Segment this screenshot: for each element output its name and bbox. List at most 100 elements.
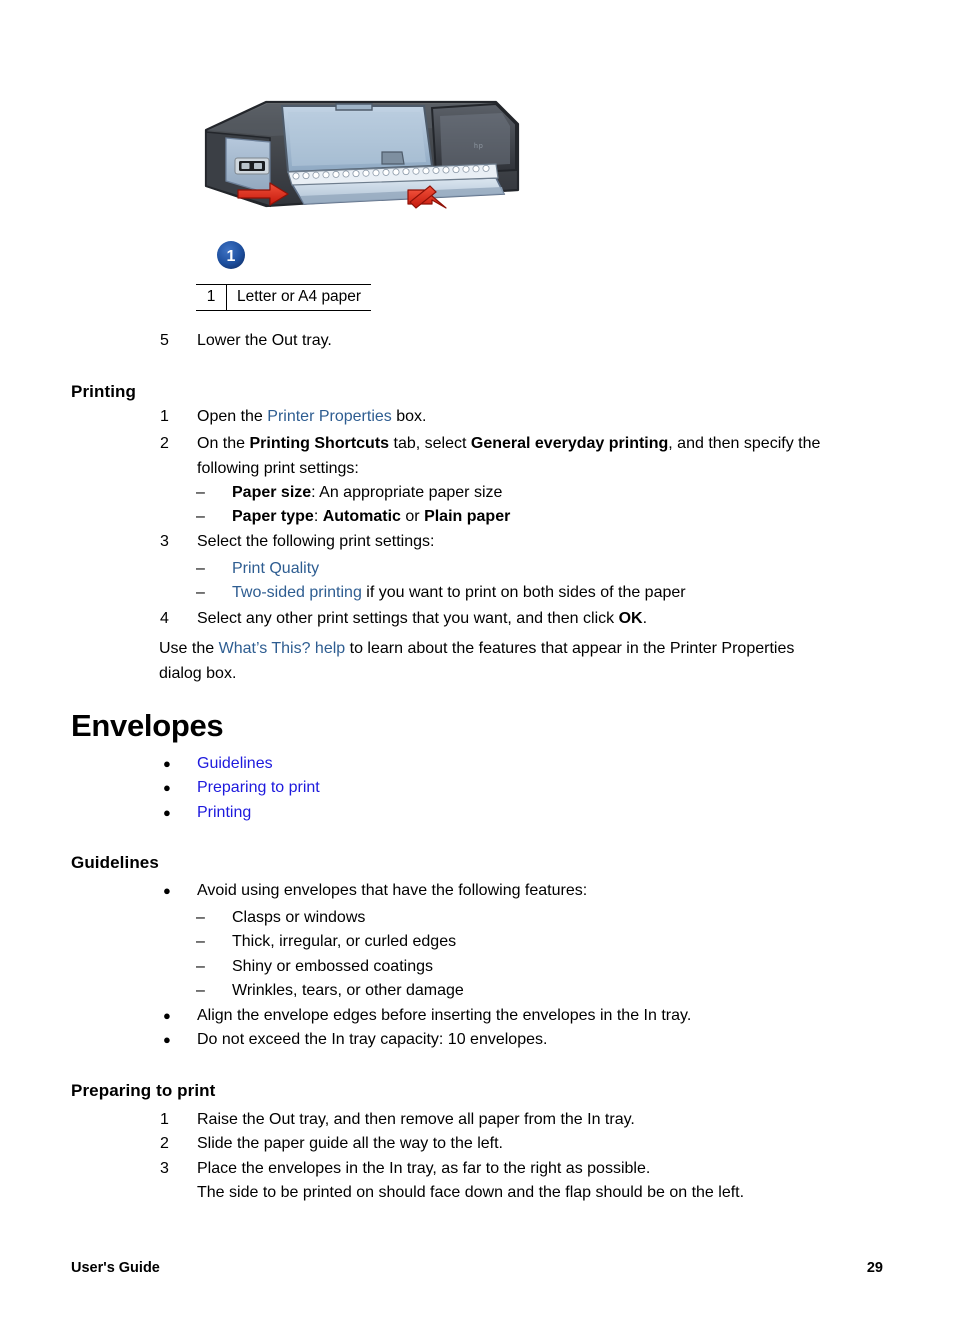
sub-item-text: Print Quality [232, 557, 319, 582]
dash-marker: – [196, 958, 205, 975]
list-item-printing-step-3: 3 Select the following print settings: [160, 530, 434, 555]
heading-preparing-to-print: Preparing to print [71, 1081, 216, 1100]
heading-guidelines: Guidelines [71, 853, 159, 872]
list-item-preparing-step-1: 1 Raise the Out tray, and then remove al… [160, 1108, 635, 1133]
document-page: hp 1 1 Letter or A4 paper 5 Lower the Ou… [0, 0, 954, 1321]
step-text-pre: Select any other print settings that you… [197, 610, 619, 627]
list-item-in-tray-capacity: ● Do not exceed the In tray capacity: 10… [160, 1028, 547, 1053]
sub-item-text: Wrinkles, tears, or other damage [232, 982, 464, 999]
step-number: 4 [160, 610, 169, 627]
link-printing[interactable]: Printing [197, 801, 251, 826]
step-text: The side to be printed on should face do… [197, 1184, 745, 1201]
dash-marker: – [196, 982, 205, 999]
sub-item-rest: : An appropriate paper size [311, 484, 503, 501]
figure-caption-table: 1 Letter or A4 paper [196, 284, 372, 311]
step-number-spacer [160, 1181, 197, 1206]
list-item-printing-step-1: 1 Open the Printer Properties box. [160, 405, 426, 430]
list-item-print-quality: – Print Quality [196, 557, 319, 582]
step-text-seg1: On the [197, 435, 250, 452]
paragraph-pre: Use the [159, 640, 219, 657]
step-number: 5 [160, 332, 169, 349]
step-text: Place the envelopes in the In tray, as f… [197, 1160, 651, 1177]
bold-printing-shortcuts: Printing Shortcuts [249, 435, 390, 452]
dash-marker: – [196, 484, 205, 501]
step-text: On the Printing Shortcuts tab, select Ge… [197, 432, 862, 481]
link-whats-this-help[interactable]: What’s This? help [219, 640, 346, 657]
step-number: 1 [160, 408, 169, 425]
dash-marker: – [196, 560, 205, 577]
step-text: Select any other print settings that you… [197, 607, 647, 632]
step-text-seg2: tab, select [389, 435, 471, 452]
callout-badge-label: 1 [227, 248, 236, 265]
sub-item-text: Paper type: Automatic or Plain paper [232, 505, 510, 530]
dash-marker: – [196, 584, 205, 601]
link-print-quality[interactable]: Print Quality [232, 560, 319, 577]
list-item-preparing-step-3-continuation: The side to be printed on should face do… [160, 1181, 744, 1206]
step-number: 3 [160, 533, 169, 550]
link-guidelines[interactable]: Guidelines [197, 752, 273, 777]
bullet-marker: ● [163, 1008, 171, 1023]
step-number: 2 [160, 1135, 169, 1152]
callout-badge-wrap: 1 [216, 240, 556, 275]
link-preparing-to-print[interactable]: Preparing to print [197, 776, 320, 801]
bold-general-everyday-printing: General everyday printing [470, 435, 669, 452]
bold-paper-size: Paper size [232, 484, 312, 501]
dash-marker: – [196, 508, 205, 525]
list-item-shiny-embossed-coatings: – Shiny or embossed coatings [196, 955, 433, 980]
list-item-avoid-envelopes: ● Avoid using envelopes that have the fo… [160, 879, 587, 904]
heading-envelopes: Envelopes [71, 708, 224, 743]
list-item-toc-printing: ● Printing [160, 801, 251, 826]
sub-item-text: Two-sided printing if you want to print … [232, 581, 686, 606]
bullet-marker: ● [163, 780, 171, 795]
step-text: Lower the Out tray. [197, 332, 332, 349]
sub-item-sep: : [313, 508, 323, 525]
dash-marker: – [196, 909, 205, 926]
list-item-wrinkles-tears-damage: – Wrinkles, tears, or other damage [196, 979, 464, 1004]
link-two-sided-printing[interactable]: Two-sided printing [232, 584, 362, 601]
list-item-clasps-or-windows: – Clasps or windows [196, 906, 365, 931]
dash-marker: – [196, 933, 205, 950]
link-printer-properties[interactable]: Printer Properties [267, 408, 392, 425]
step-number: 1 [160, 1111, 169, 1128]
figure-block: hp 1 1 Letter or A4 paper [196, 86, 556, 311]
footer-document-title: User's Guide [71, 1260, 160, 1276]
step-text-post: . [642, 610, 648, 627]
bullet-text: Avoid using envelopes that have the foll… [197, 882, 588, 899]
sub-item-text: Clasps or windows [232, 909, 366, 926]
table-row: 1 Letter or A4 paper [196, 284, 371, 311]
bullet-text: Do not exceed the In tray capacity: 10 e… [197, 1031, 548, 1048]
heading-printing: Printing [71, 382, 137, 401]
list-item-toc-guidelines: ● Guidelines [160, 752, 273, 777]
bullet-marker: ● [163, 1032, 171, 1047]
step-text-pre: Open the [197, 408, 268, 425]
list-item-paper-size: – Paper size: An appropriate paper size [196, 481, 502, 506]
list-item-align-envelope-edges: ● Align the envelope edges before insert… [160, 1004, 691, 1029]
bold-automatic: Automatic [322, 508, 401, 525]
list-item-two-sided-printing: – Two-sided printing if you want to prin… [196, 581, 686, 606]
bullet-marker: ● [163, 805, 171, 820]
list-item-paper-type: – Paper type: Automatic or Plain paper [196, 505, 510, 530]
bold-ok: OK [618, 610, 643, 627]
step-text: Select the following print settings: [197, 533, 435, 550]
list-item-preparing-step-3: 3 Place the envelopes in the In tray, as… [160, 1157, 650, 1182]
sub-item-text: Thick, irregular, or curled edges [232, 933, 457, 950]
bold-plain-paper: Plain paper [424, 508, 511, 525]
step-text-post: box. [391, 408, 427, 425]
bold-paper-type: Paper type [232, 508, 314, 525]
callout-badge-1-icon: 1 [217, 241, 245, 269]
step-text: Slide the paper guide all the way to the… [197, 1135, 503, 1152]
printer-loading-paper-illustration: hp [204, 100, 520, 209]
step-number: 2 [160, 435, 169, 452]
footer-page-number: 29 [866, 1260, 883, 1276]
list-item-thick-irregular-edges: – Thick, irregular, or curled edges [196, 930, 456, 955]
list-item-step-5: 5 Lower the Out tray. [160, 329, 332, 354]
list-item-printing-step-4: 4 Select any other print settings that y… [160, 607, 647, 632]
list-item-preparing-step-2: 2 Slide the paper guide all the way to t… [160, 1132, 503, 1157]
bullet-marker: ● [163, 883, 171, 898]
step-text: Raise the Out tray, and then remove all … [197, 1111, 635, 1128]
bullet-text: Align the envelope edges before insertin… [197, 1007, 692, 1024]
step-number: 3 [160, 1160, 169, 1177]
caption-text: Letter or A4 paper [237, 288, 362, 305]
sub-item-text: Paper size: An appropriate paper size [232, 481, 502, 506]
bullet-marker: ● [163, 756, 171, 771]
